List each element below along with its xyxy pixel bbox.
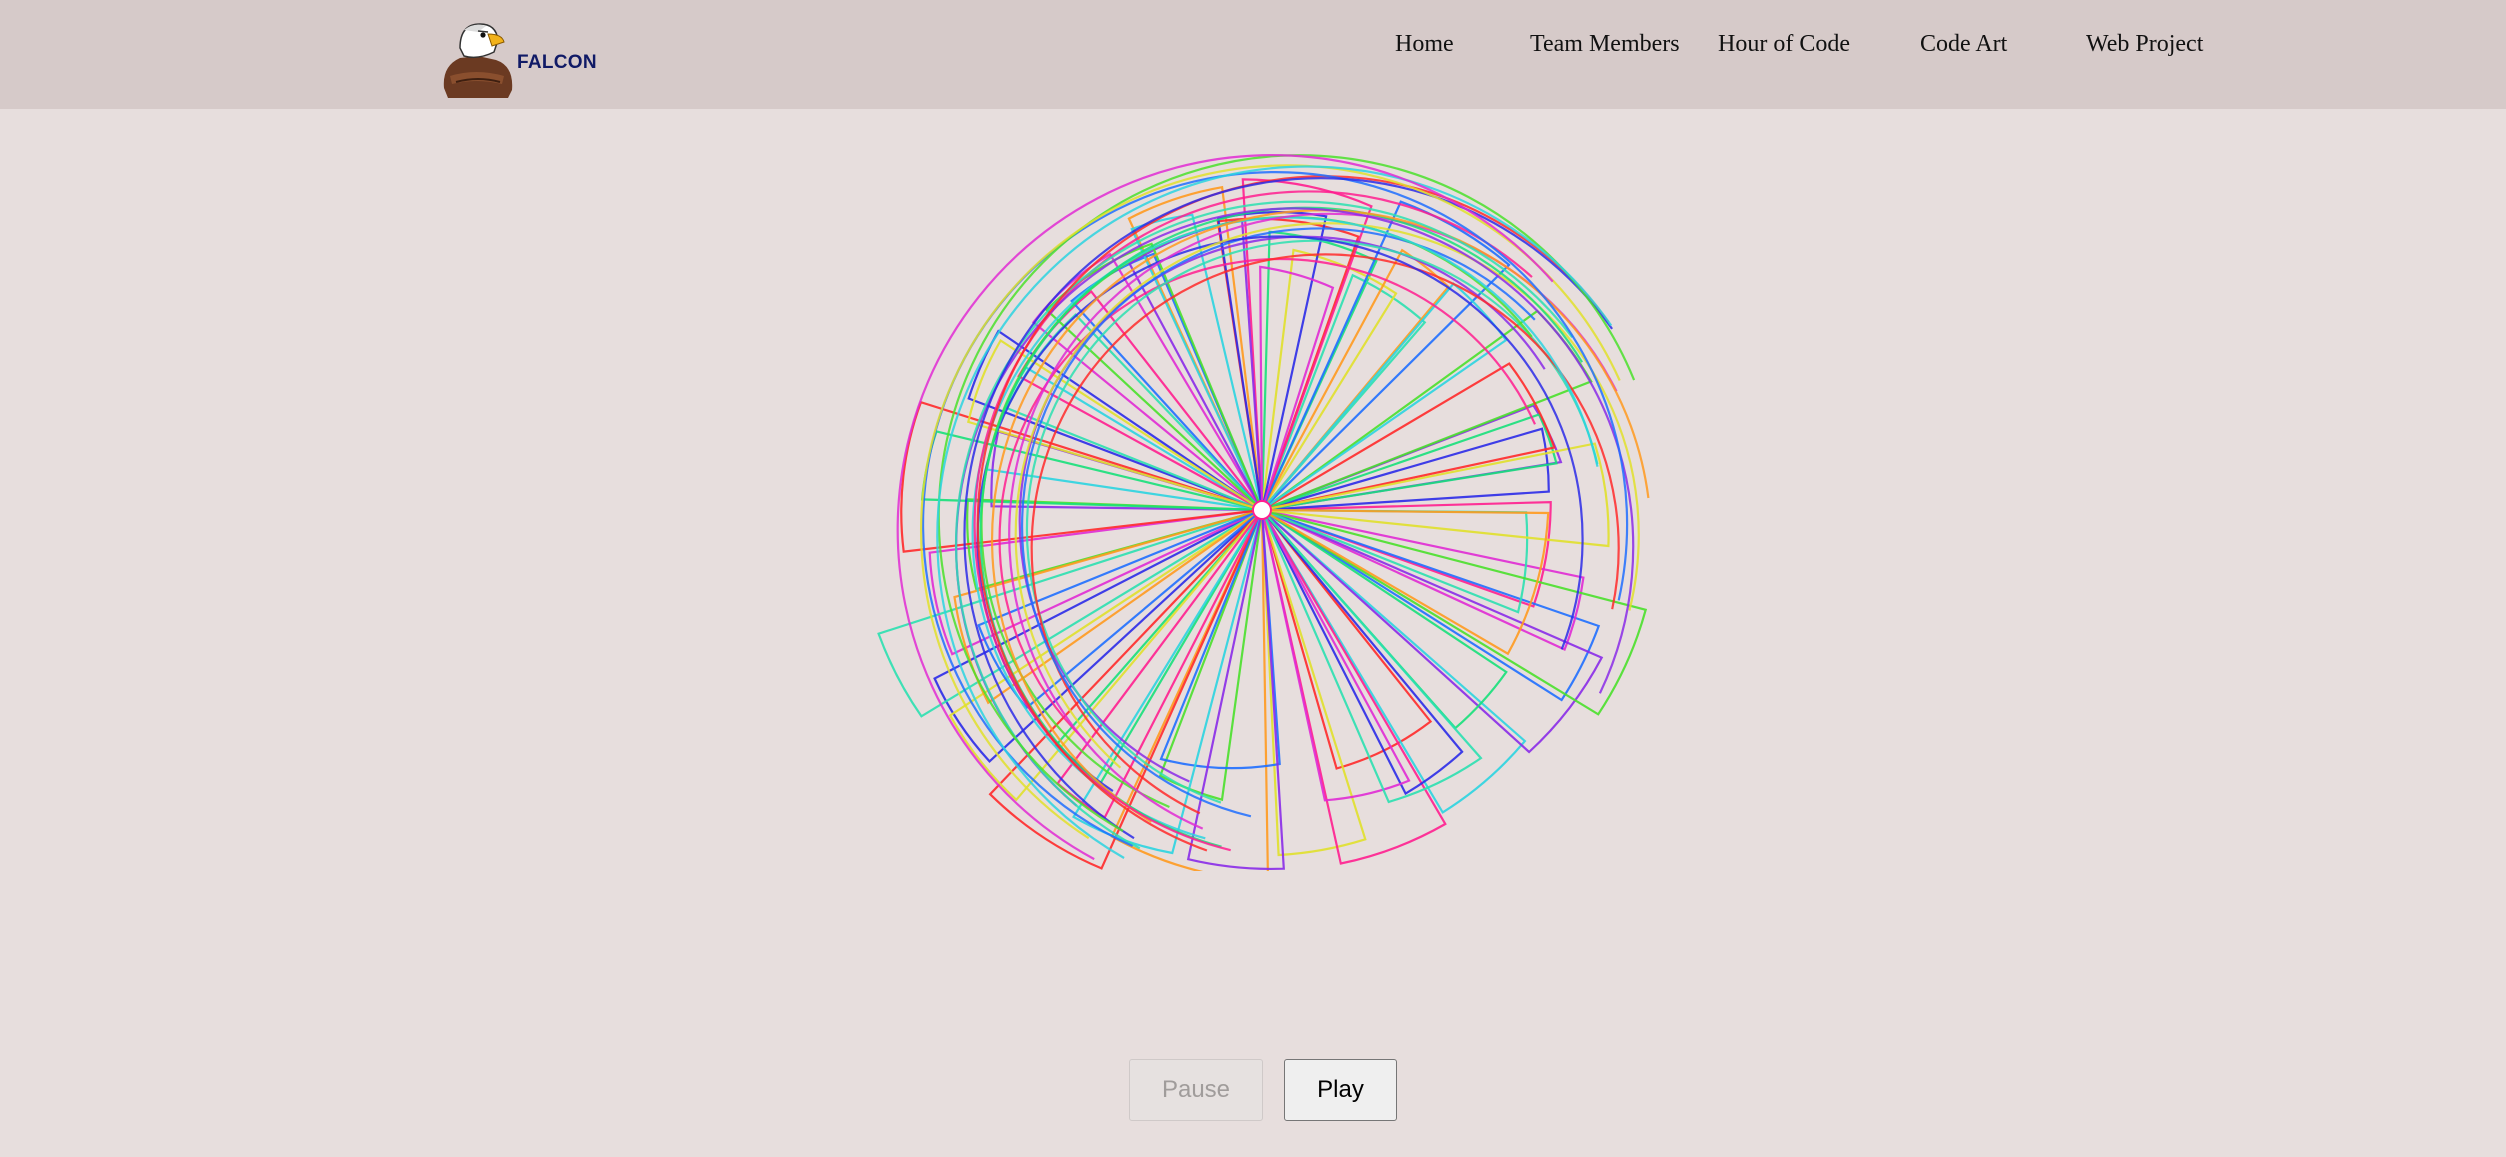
art-hub — [1252, 500, 1272, 520]
play-button[interactable]: Play — [1284, 1059, 1397, 1121]
nav-web-project[interactable]: Web Project — [2086, 31, 2203, 58]
nav-code-art[interactable]: Code Art — [1920, 31, 2007, 58]
nav-team-members[interactable]: Team Members — [1530, 31, 1680, 58]
nav-hour-of-code[interactable]: Hour of Code — [1718, 31, 1850, 58]
pause-button[interactable]: Pause — [1129, 1059, 1263, 1121]
logo-text: FALCON — [517, 52, 597, 73]
nav-home[interactable]: Home — [1395, 31, 1454, 58]
navbar: FALCON Home Team Members Hour of Code Co… — [0, 0, 2506, 109]
spiral-art-drawing — [877, 153, 1650, 871]
code-art-canvas[interactable] — [806, 150, 1706, 871]
